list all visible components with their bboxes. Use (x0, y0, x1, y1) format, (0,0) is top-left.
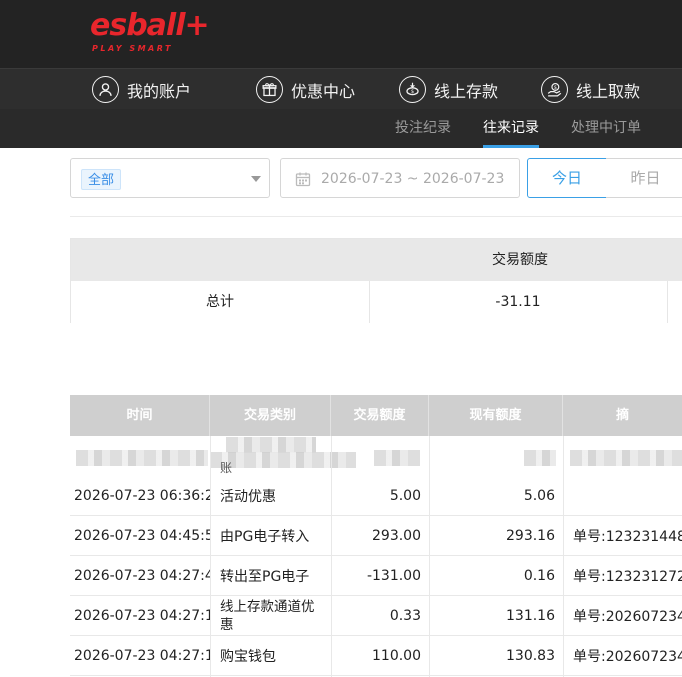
column-divider (429, 436, 430, 677)
nav-label: 线上存款 (434, 81, 499, 101)
nav-item-my-account[interactable]: 我的账户 (92, 69, 191, 110)
nav-item-promotions[interactable]: 优惠中心 (256, 69, 355, 110)
nav-item-deposit[interactable]: $ 线上存款 (399, 69, 498, 110)
summary-total-row: 总计 -31.11 (71, 281, 682, 323)
cell-balance: 131.16 (506, 608, 555, 624)
tab-bet-records[interactable]: 投注纪录 (395, 109, 451, 148)
header-time: 时间 (70, 395, 210, 436)
cell-amount: 5.00 (389, 488, 421, 504)
withdraw-icon: $ (541, 76, 568, 103)
summary-divider (667, 281, 668, 323)
cell-amount: -131.00 (366, 568, 421, 584)
top-header: esball+ PLAY SMART (0, 0, 682, 68)
nav-item-withdraw[interactable]: $ 线上取款 (541, 69, 640, 110)
header-type: 交易类别 (210, 395, 331, 436)
cell-note: 单号:2026072343 (573, 649, 682, 665)
cell-type: 由PG电子转入 (220, 529, 310, 545)
cell-balance: 5.06 (523, 488, 555, 504)
table-row: 2026-07-23 04:27:18 线上存款通道优惠 0.33 131.16… (70, 596, 682, 636)
cell-time: 2026-07-23 04:27:18 (74, 608, 210, 624)
cell-time: 2026-07-23 04:45:52 (74, 528, 210, 544)
table-row: 2026-07-23 04:45:52 由PG电子转入 293.00 293.1… (70, 516, 682, 556)
cell-type: 转出至PG电子 (220, 569, 310, 585)
cell-amount: 110.00 (372, 648, 421, 664)
gift-icon (256, 76, 283, 103)
logo-text: esball+ (90, 8, 210, 43)
redacted-block (524, 450, 556, 466)
column-divider (331, 436, 332, 677)
cell-note: 单号:1232312721 (573, 569, 682, 585)
partial-cell-text: 账 (220, 461, 233, 475)
header-amount: 交易额度 (331, 395, 429, 436)
main-nav: 我的账户 优惠中心 $ 线上存款 $ 线上取款 (0, 68, 682, 109)
header-balance: 现有额度 (429, 395, 563, 436)
cell-balance: 293.16 (506, 528, 555, 544)
tab-pending-orders[interactable]: 处理中订单 (571, 109, 641, 148)
sub-nav: 投注纪录 往来记录 处理中订单 (0, 109, 682, 148)
blurred-row (70, 436, 682, 472)
summary-total-value: -31.11 (495, 294, 541, 310)
cell-balance: 130.83 (506, 648, 555, 664)
caret-down-icon (251, 176, 261, 182)
records-header-row: 时间 交易类别 交易额度 现有额度 摘 (70, 395, 682, 436)
active-tab-indicator (483, 145, 539, 148)
today-button[interactable]: 今日 (527, 158, 607, 198)
date-range-picker[interactable]: 2026-07-23 ~ 2026-07-23 (280, 158, 520, 198)
section-divider (70, 216, 682, 217)
transaction-records-table: 时间 交易类别 交易额度 现有额度 摘 账 2026-07-23 06:36:2… (70, 395, 682, 677)
yesterday-button[interactable]: 昨日 (606, 158, 682, 198)
table-row: 2026-07-23 06:36:24 活动优惠 5.00 5.06 (70, 476, 682, 516)
cell-type: 购宝钱包 (220, 649, 276, 665)
cell-time: 2026-07-23 04:27:41 (74, 568, 210, 584)
redacted-block (76, 450, 208, 466)
cell-type: 活动优惠 (220, 489, 276, 505)
cell-note: 单号:1232314485 (573, 529, 682, 545)
summary-divider (369, 281, 370, 323)
transaction-type-select[interactable]: 全部 (70, 158, 270, 198)
nav-label: 优惠中心 (291, 81, 356, 101)
column-divider (210, 436, 211, 677)
summary-table: 交易额度 总计 -31.11 (70, 238, 682, 323)
summary-total-label: 总计 (206, 294, 234, 310)
logo-tagline: PLAY SMART (92, 44, 173, 53)
cell-amount: 0.33 (389, 608, 421, 624)
date-range-value: 2026-07-23 ~ 2026-07-23 (321, 171, 505, 187)
redacted-block (374, 450, 420, 466)
redacted-block (226, 437, 316, 453)
cell-time: 2026-07-23 06:36:24 (74, 488, 210, 504)
cell-note: 单号:2026072343 (573, 609, 682, 625)
brand-logo[interactable]: esball+ PLAY SMART (90, 8, 210, 58)
selected-type-tag: 全部 (81, 169, 122, 190)
cell-note (573, 476, 682, 516)
cell-balance: 0.16 (523, 568, 555, 584)
tab-transaction-records[interactable]: 往来记录 (483, 109, 539, 148)
deposit-icon: $ (399, 76, 426, 103)
summary-header: 交易额度 (71, 239, 682, 281)
calendar-icon (295, 172, 311, 187)
table-row: 2026-07-23 04:27:18 购宝钱包 110.00 130.83 单… (70, 636, 682, 676)
user-icon (92, 76, 119, 103)
svg-text:$: $ (411, 89, 414, 95)
column-divider (563, 436, 564, 677)
header-note: 摘 (615, 408, 629, 423)
nav-label: 线上取款 (576, 81, 641, 101)
nav-label: 我的账户 (127, 81, 192, 101)
table-row: 2026-07-23 04:27:41 转出至PG电子 -131.00 0.16… (70, 556, 682, 596)
summary-header-amount: 交易额度 (492, 252, 548, 268)
redacted-block (570, 450, 682, 466)
cell-time: 2026-07-23 04:27:18 (74, 648, 210, 664)
svg-text:$: $ (554, 85, 557, 91)
cell-type: 线上存款通道优惠 (220, 599, 315, 633)
cell-amount: 293.00 (372, 528, 421, 544)
